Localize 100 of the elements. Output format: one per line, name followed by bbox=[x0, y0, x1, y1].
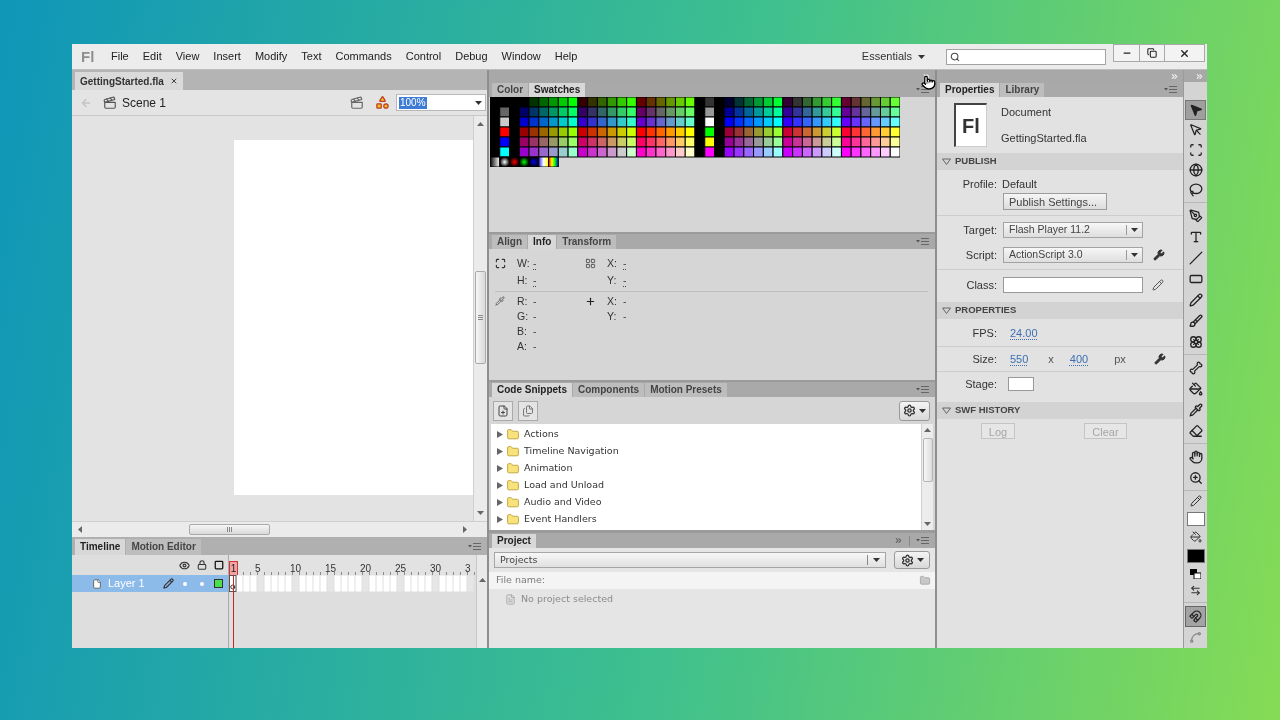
panel-tab[interactable]: Library bbox=[1000, 83, 1045, 97]
width-value[interactable]: 550 bbox=[1010, 350, 1029, 368]
tool-button[interactable] bbox=[1185, 100, 1206, 120]
menu-item[interactable]: Modify bbox=[247, 46, 295, 67]
eye-icon[interactable] bbox=[179, 559, 190, 571]
hand-icon bbox=[1188, 449, 1203, 464]
field-label: Stage: bbox=[964, 376, 997, 392]
document-name: GettingStarted.fla bbox=[1001, 131, 1087, 145]
swap-arrows-icon[interactable] bbox=[1190, 584, 1201, 596]
script-dropdown[interactable]: ActionScript 3.0 bbox=[1003, 247, 1143, 263]
menu-item[interactable]: Debug bbox=[448, 46, 495, 67]
outline-square-icon[interactable] bbox=[213, 560, 224, 570]
project-dropdown[interactable]: Projects bbox=[494, 552, 886, 568]
wrench-icon[interactable] bbox=[1154, 353, 1166, 365]
panel-tab[interactable]: Code Snippets bbox=[492, 383, 572, 397]
paint-bucket-icon[interactable] bbox=[1189, 531, 1202, 543]
dot-icon[interactable] bbox=[199, 581, 204, 586]
panel-tab[interactable]: Motion Editor bbox=[126, 539, 201, 555]
scroll-up-arrow-icon[interactable] bbox=[477, 122, 484, 126]
field-value[interactable]: - bbox=[623, 272, 627, 289]
menu-item[interactable]: Insert bbox=[206, 46, 248, 67]
unit-label: px bbox=[1114, 351, 1126, 367]
folder-name[interactable]: Timeline Navigation bbox=[524, 444, 619, 459]
scroll-up-arrow-icon[interactable] bbox=[478, 578, 486, 582]
field-value[interactable]: - bbox=[533, 272, 537, 289]
field-value[interactable]: - bbox=[623, 255, 627, 272]
close-button[interactable] bbox=[1165, 44, 1205, 62]
panel-tab[interactable]: Motion Presets bbox=[645, 383, 727, 397]
section-header[interactable]: SWF HISTORY bbox=[937, 402, 1183, 419]
tool-option-button[interactable] bbox=[1185, 606, 1206, 627]
eraser-icon bbox=[1188, 423, 1203, 438]
height-value[interactable]: 400 bbox=[1069, 350, 1089, 368]
dot-icon[interactable] bbox=[182, 581, 187, 586]
pencil-icon[interactable] bbox=[1152, 279, 1164, 291]
scroll-down-arrow-icon[interactable] bbox=[477, 511, 484, 515]
menu-item[interactable]: Help bbox=[547, 46, 585, 67]
panel-tab[interactable]: Swatches bbox=[529, 83, 586, 97]
project-options-button[interactable] bbox=[894, 551, 930, 569]
panel-tab[interactable]: Transform bbox=[557, 235, 617, 249]
fill-color-swatch[interactable] bbox=[1186, 549, 1205, 563]
expand-arrow-icon[interactable] bbox=[497, 482, 503, 489]
target-dropdown[interactable]: Flash Player 11.2 bbox=[1003, 222, 1143, 238]
scrollbar-thumb[interactable] bbox=[475, 271, 486, 364]
zoom-combo-box[interactable]: 100% bbox=[396, 94, 486, 111]
stroke-color-swatch[interactable] bbox=[1186, 512, 1205, 526]
menu-item[interactable]: View bbox=[168, 46, 207, 67]
panel-tab[interactable]: Info bbox=[528, 235, 557, 249]
scroll-up-arrow-icon[interactable] bbox=[924, 428, 931, 432]
panel-tab[interactable]: Align bbox=[492, 235, 527, 249]
menu-item[interactable]: Window bbox=[494, 46, 548, 67]
menu-item[interactable]: Control bbox=[398, 46, 449, 67]
scroll-left-arrow-icon[interactable] bbox=[78, 526, 82, 533]
clapperboard-icon[interactable] bbox=[350, 95, 364, 110]
section-header[interactable]: PROPERTIES bbox=[937, 302, 1183, 319]
expand-arrow-icon[interactable] bbox=[497, 431, 503, 438]
panel-tab[interactable]: Components bbox=[573, 383, 645, 397]
menu-item[interactable]: File bbox=[104, 46, 136, 67]
menu-item[interactable]: Commands bbox=[328, 46, 399, 67]
publish-settings-button[interactable]: Publish Settings... bbox=[1003, 193, 1107, 210]
menu-item[interactable]: Text bbox=[294, 46, 329, 67]
expand-arrow-icon[interactable] bbox=[497, 465, 503, 472]
menu-item[interactable]: Edit bbox=[135, 46, 169, 67]
panel-tab[interactable]: Timeline bbox=[75, 539, 126, 555]
swatch-palette-drawing[interactable] bbox=[490, 97, 900, 167]
panel-tab[interactable]: Project bbox=[492, 534, 536, 548]
close-icon[interactable] bbox=[169, 77, 178, 85]
stage-color-swatch[interactable] bbox=[1008, 377, 1034, 391]
document-tab[interactable]: GettingStarted.fla bbox=[75, 72, 183, 90]
expand-arrow-icon[interactable] bbox=[497, 448, 503, 455]
class-input[interactable] bbox=[1003, 277, 1143, 293]
folder-name[interactable]: Audio and Video bbox=[524, 495, 602, 510]
expand-arrow-icon[interactable] bbox=[497, 499, 503, 506]
workspace-switcher[interactable]: Essentials bbox=[858, 46, 928, 67]
folder-name[interactable]: Event Handlers bbox=[524, 512, 597, 527]
scrollbar-thumb[interactable] bbox=[922, 438, 933, 482]
fps-value[interactable]: 24.00 bbox=[1010, 324, 1038, 342]
scroll-down-arrow-icon[interactable] bbox=[924, 522, 931, 526]
restore-button[interactable] bbox=[1140, 44, 1165, 62]
overlapping-squares-icon[interactable] bbox=[1190, 569, 1201, 579]
expand-arrow-icon[interactable] bbox=[497, 516, 503, 523]
wrench-icon[interactable] bbox=[1153, 249, 1165, 261]
lock-icon[interactable] bbox=[196, 560, 207, 570]
minimize-button[interactable] bbox=[1113, 44, 1140, 62]
add-snippet-button[interactable] bbox=[493, 400, 513, 421]
section-header[interactable]: PUBLISH bbox=[937, 153, 1183, 170]
folder-name[interactable]: Load and Unload bbox=[524, 478, 604, 493]
pencil-icon[interactable] bbox=[1189, 495, 1202, 507]
search-field[interactable] bbox=[946, 48, 1106, 65]
field-value[interactable]: - bbox=[533, 255, 537, 272]
panel-tab[interactable]: Color bbox=[492, 83, 529, 97]
options-menu-button[interactable] bbox=[899, 400, 930, 421]
scroll-right-arrow-icon[interactable] bbox=[463, 526, 467, 533]
copy-snippet-button[interactable] bbox=[518, 400, 538, 421]
shapes-icon[interactable] bbox=[375, 95, 390, 110]
scrollbar-thumb[interactable] bbox=[189, 524, 270, 535]
panel-tab[interactable]: Properties bbox=[940, 83, 1000, 97]
folder-name[interactable]: Actions bbox=[524, 427, 559, 442]
outline-color-swatch[interactable] bbox=[214, 579, 223, 588]
folder-name[interactable]: Animation bbox=[524, 461, 573, 476]
panel-menu-icon[interactable] bbox=[916, 86, 929, 93]
